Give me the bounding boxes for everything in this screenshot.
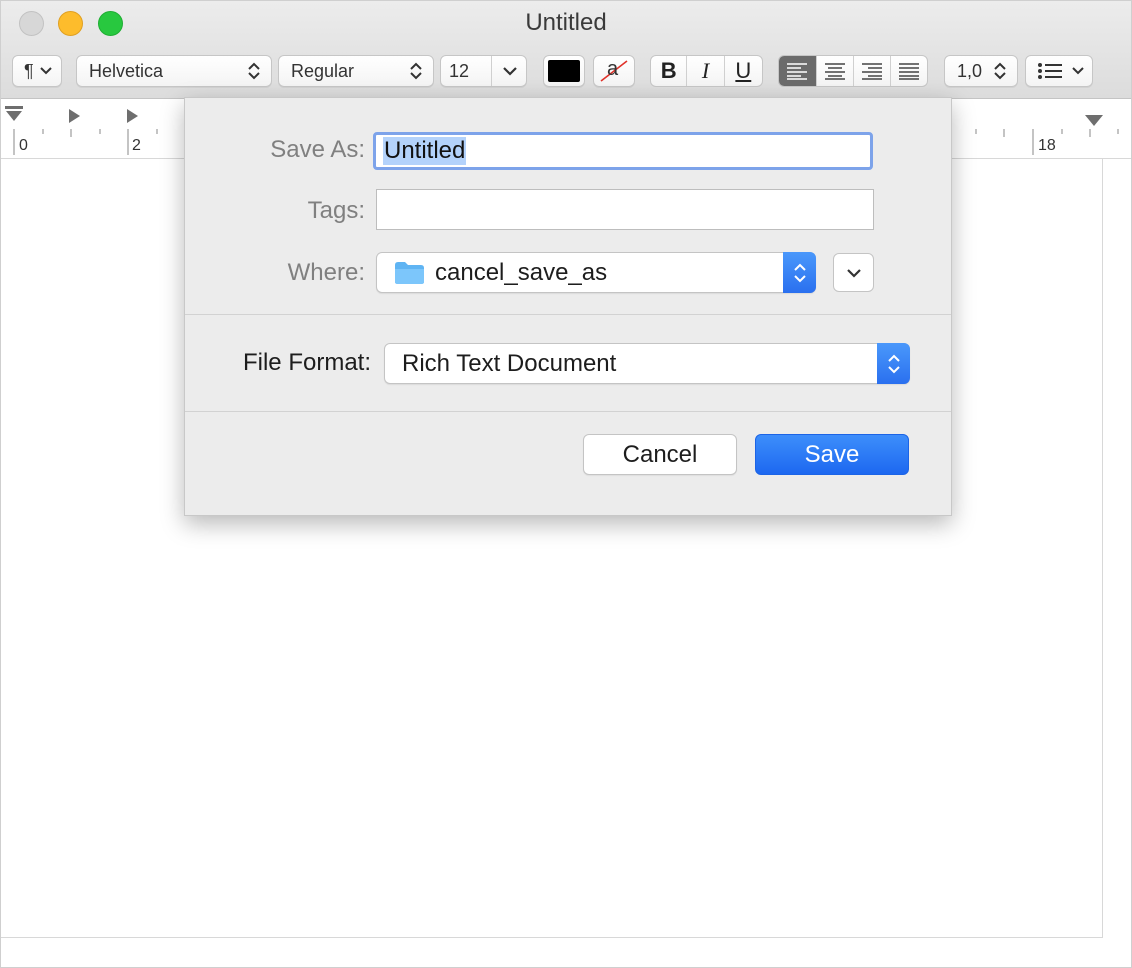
text-color-swatch xyxy=(548,60,580,82)
line-spacing-popup[interactable]: 1,0 xyxy=(944,55,1018,87)
where-label: Where: xyxy=(287,259,365,286)
paragraph-style-menu[interactable]: ¶ xyxy=(12,55,62,87)
italic-button[interactable]: I xyxy=(687,56,725,86)
align-left-icon xyxy=(787,63,808,80)
text-color-well[interactable] xyxy=(543,55,585,87)
justify-icon xyxy=(898,63,919,80)
folder-icon xyxy=(394,261,425,285)
save-as-value: Untitled xyxy=(383,137,467,165)
save-dialog: Save As: Untitled Tags: Where: cancel_sa… xyxy=(184,97,952,516)
textedit-window: Untitled ¶ Helvetica Regular 12 a B I U … xyxy=(0,0,1132,968)
highlight-glyph: a xyxy=(607,58,619,80)
highlight-color-well[interactable]: a xyxy=(593,55,635,87)
justify-button[interactable] xyxy=(891,56,927,86)
alignment-segment xyxy=(778,55,928,87)
up-down-arrows-icon xyxy=(245,61,263,81)
divider xyxy=(185,411,951,412)
up-down-arrows-icon xyxy=(407,61,425,81)
bulleted-list-icon xyxy=(1038,63,1062,79)
page-edge xyxy=(1102,159,1103,937)
file-format-value: Rich Text Document xyxy=(402,349,617,377)
font-style-popup[interactable]: Regular xyxy=(278,55,434,87)
align-left-button[interactable] xyxy=(779,56,817,86)
font-size-value: 12 xyxy=(449,60,470,81)
up-down-arrows-icon xyxy=(877,343,910,384)
text-style-segment: B I U xyxy=(650,55,763,87)
page-edge xyxy=(1,937,1103,938)
font-family-value: Helvetica xyxy=(89,60,164,81)
file-format-popup[interactable]: Rich Text Document xyxy=(384,343,910,384)
file-format-label: File Format: xyxy=(242,349,371,376)
window-title: Untitled xyxy=(525,9,607,36)
align-center-icon xyxy=(824,63,845,80)
font-style-value: Regular xyxy=(291,60,355,81)
up-down-arrows-icon xyxy=(991,61,1009,81)
divider xyxy=(491,56,492,86)
title-bar: Untitled ¶ Helvetica Regular 12 a B I U … xyxy=(1,1,1131,99)
align-center-button[interactable] xyxy=(817,56,854,86)
chevron-down-icon xyxy=(39,67,52,75)
chevron-down-icon xyxy=(1072,67,1084,75)
chevron-down-icon xyxy=(846,268,861,278)
line-spacing-value: 1,0 xyxy=(957,60,983,81)
font-size-combo[interactable]: 12 xyxy=(440,55,527,87)
tags-label: Tags: xyxy=(307,197,365,224)
up-down-arrows-icon xyxy=(783,252,816,293)
expand-dialog-button[interactable] xyxy=(833,253,874,292)
ruler-label: 18 xyxy=(1038,137,1056,154)
ruler-label: 0 xyxy=(19,137,28,154)
save-as-field[interactable]: Untitled xyxy=(373,132,873,170)
chevron-down-icon[interactable] xyxy=(501,65,519,77)
bold-button[interactable]: B xyxy=(651,56,688,86)
underline-button[interactable]: U xyxy=(725,56,762,86)
cancel-button[interactable]: Cancel xyxy=(583,434,737,475)
divider xyxy=(185,314,951,315)
where-value: cancel_save_as xyxy=(435,258,608,286)
where-popup[interactable]: cancel_save_as xyxy=(376,252,816,293)
font-family-popup[interactable]: Helvetica xyxy=(76,55,272,87)
ruler-label: 2 xyxy=(132,137,141,154)
save-as-label: Save As: xyxy=(270,136,365,163)
tags-field[interactable] xyxy=(376,189,874,230)
save-button[interactable]: Save xyxy=(755,434,909,475)
align-right-icon xyxy=(861,63,882,80)
align-right-button[interactable] xyxy=(854,56,891,86)
paragraph-symbol: ¶ xyxy=(24,60,34,81)
list-style-menu[interactable] xyxy=(1025,55,1093,87)
